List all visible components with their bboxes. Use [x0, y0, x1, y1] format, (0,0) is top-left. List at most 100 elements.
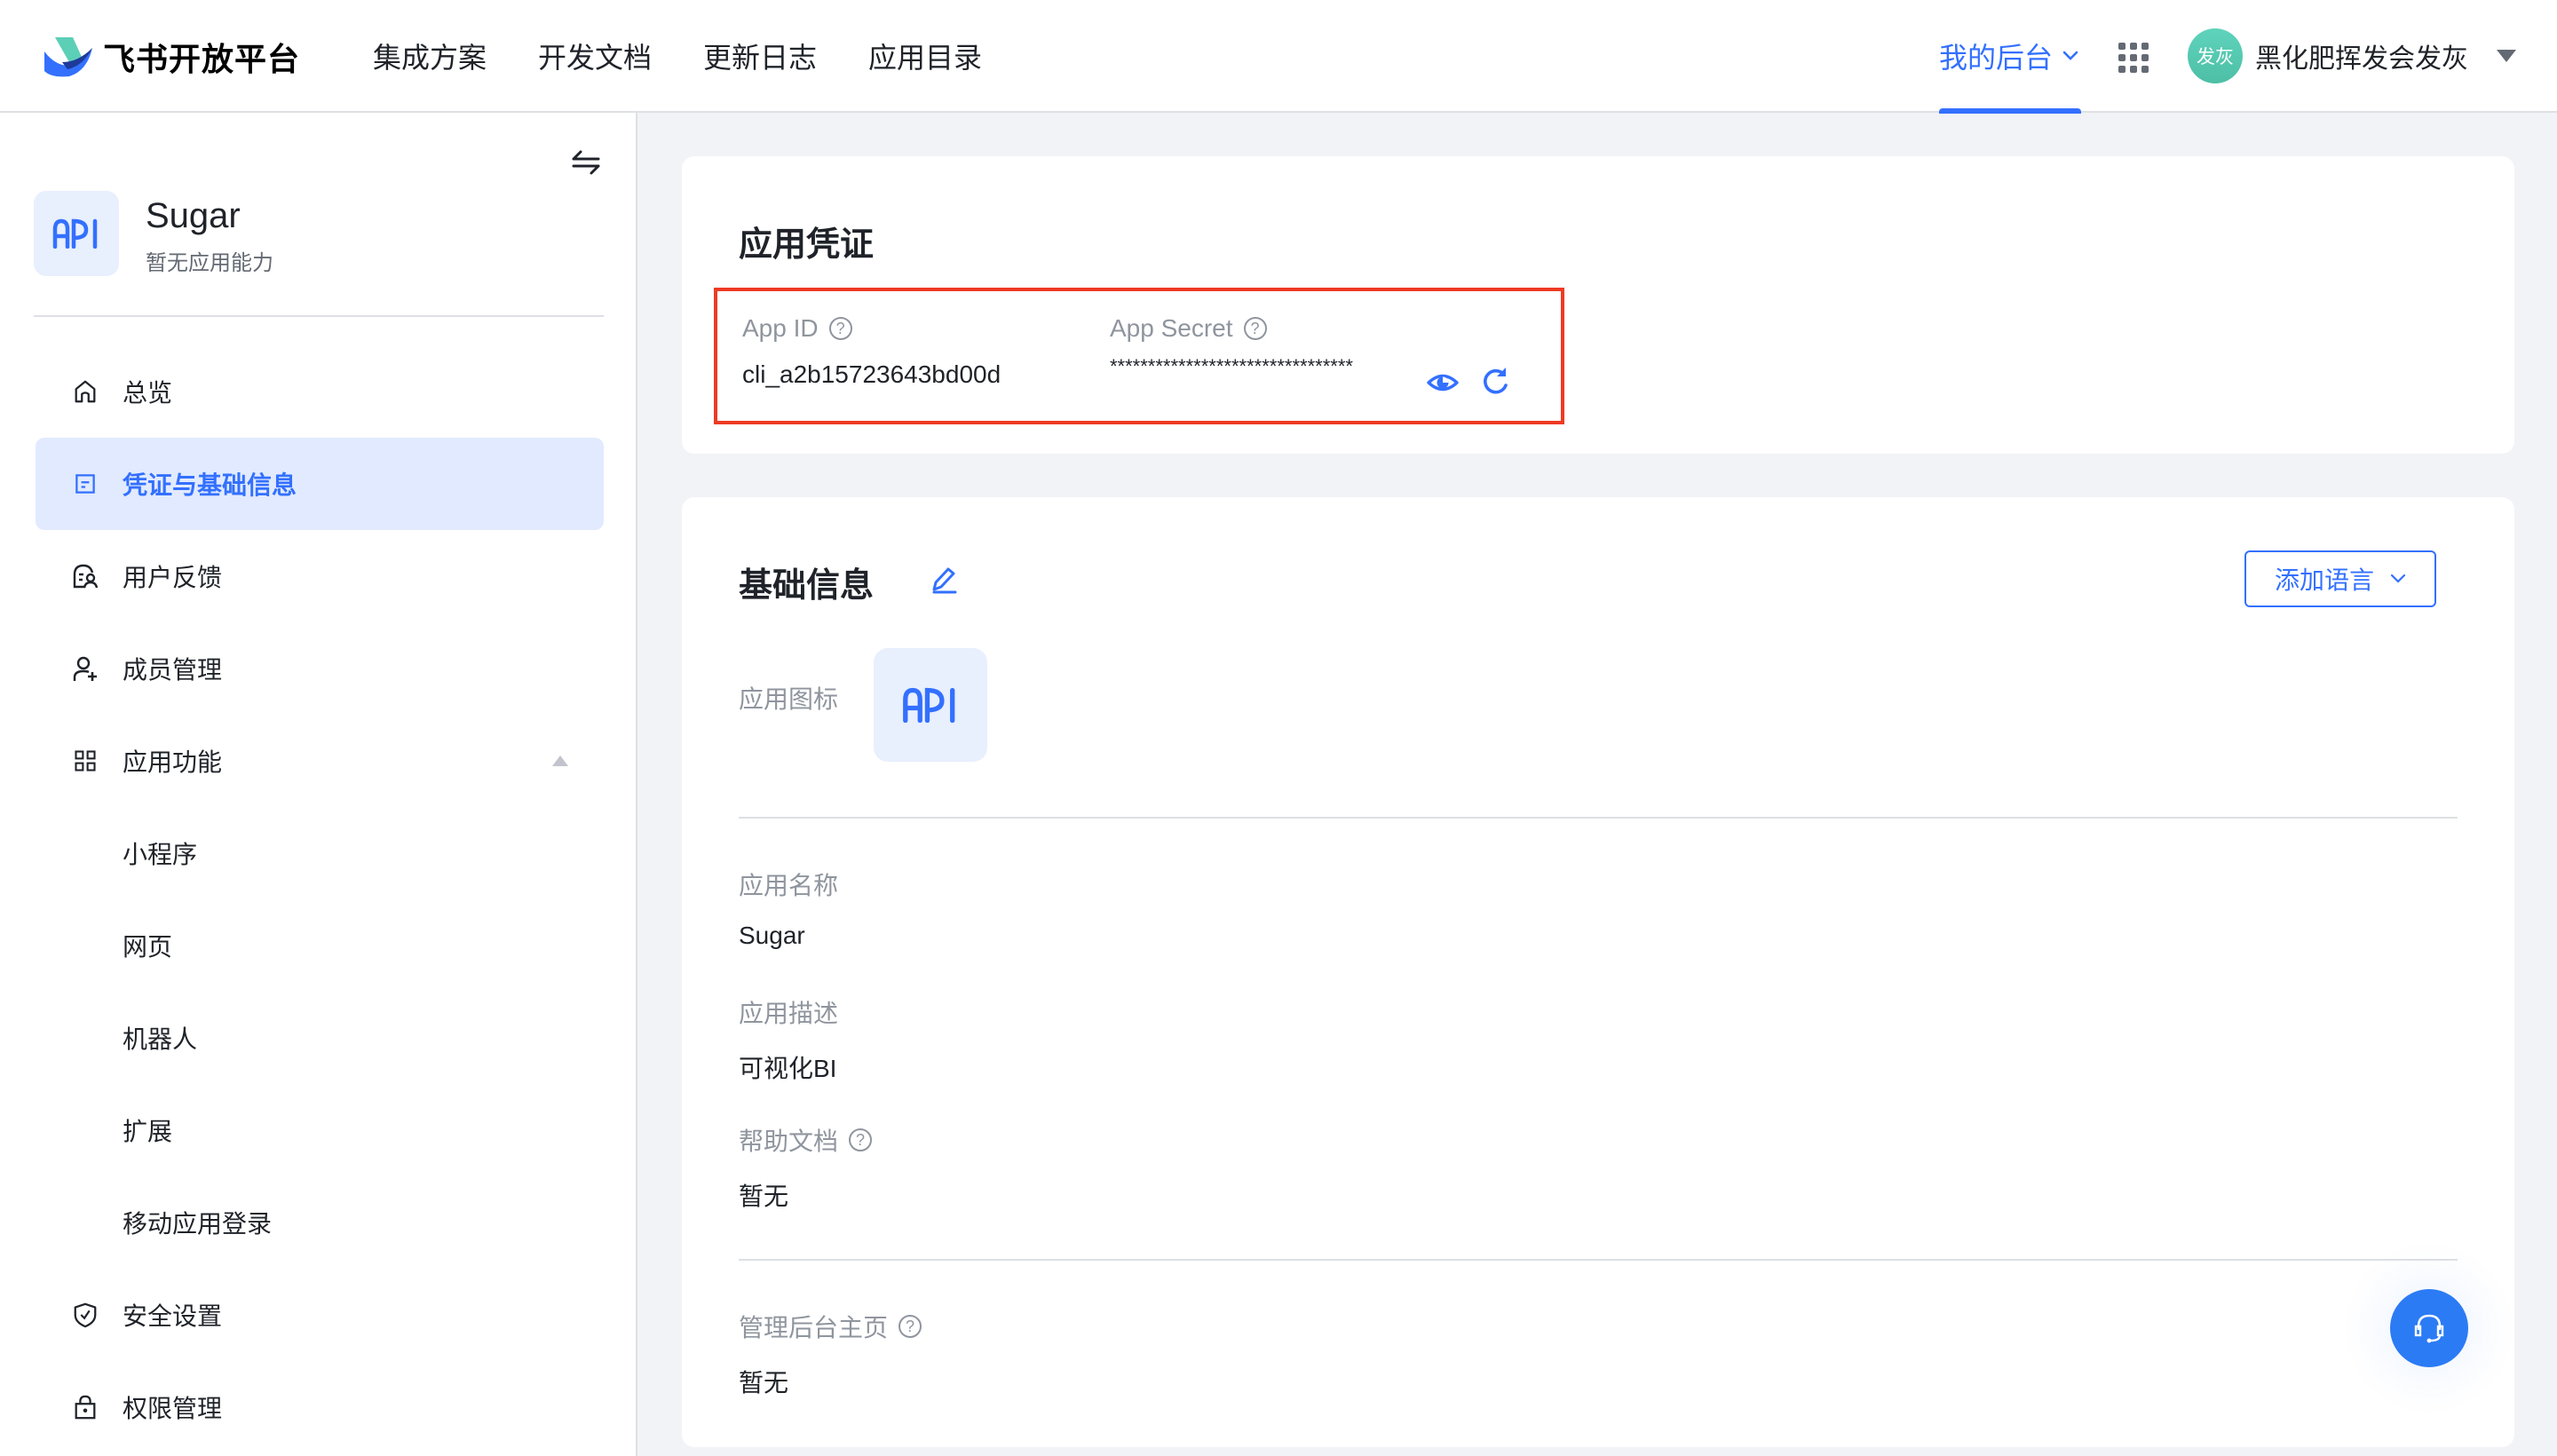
help-icon[interactable]: ? — [899, 1315, 922, 1338]
credentials-title: 应用凭证 — [739, 226, 875, 264]
edit-icon[interactable] — [929, 565, 961, 597]
section-divider — [739, 1259, 2458, 1261]
sidebar-item-label: 应用功能 — [123, 748, 223, 776]
add-language-button[interactable]: 添加语言 — [2244, 550, 2436, 607]
caret-down-icon — [2497, 50, 2516, 62]
app-launcher-icon[interactable] — [2118, 43, 2149, 73]
api-logo-icon — [903, 687, 955, 723]
sidebar-item-label: 移动应用登录 — [123, 1210, 273, 1238]
lock-icon — [71, 1393, 99, 1421]
sidebar-menu: 总览 凭证与基础信息 用户反馈 成员管理 应用功能 小程序 网页 机器人 扩展 … — [36, 345, 604, 1453]
sidebar-item-app-features[interactable]: 应用功能 — [36, 715, 604, 807]
sidebar-item-label: 权限管理 — [123, 1395, 223, 1422]
brand-name: 飞书开放平台 — [103, 41, 301, 77]
sidebar-item-label: 用户反馈 — [123, 564, 223, 591]
sidebar-item-label: 小程序 — [123, 841, 198, 868]
app-description-value: 可视化BI — [739, 1055, 837, 1082]
app-name-value: Sugar — [739, 922, 805, 949]
sidebar-item-label: 机器人 — [123, 1025, 198, 1053]
help-icon[interactable]: ? — [828, 317, 852, 340]
sidebar-item-mini-program[interactable]: 小程序 — [36, 807, 604, 899]
app-icon-preview — [874, 648, 988, 762]
app-secret-value: ******************************** — [1110, 355, 1353, 377]
brand-logo[interactable]: 飞书开放平台 — [43, 34, 300, 80]
add-language-label: 添加语言 — [2274, 566, 2374, 594]
app-id-label: App ID — [742, 314, 819, 342]
grid-icon — [71, 747, 99, 775]
top-nav: 集成方案 开发文档 更新日志 应用目录 — [373, 0, 1033, 112]
basic-info-title: 基础信息 — [739, 567, 875, 605]
admin-homepage-value: 暂无 — [739, 1369, 789, 1397]
credentials-highlight-box: App ID ? cli_a2b15723643bd00d App Secret… — [714, 288, 1564, 424]
help-doc-field: 帮助文档 ? 暂无 — [739, 1122, 873, 1213]
app-name-field: 应用名称 Sugar — [739, 866, 838, 950]
app-icon — [34, 191, 119, 276]
chevron-down-icon — [2062, 51, 2078, 60]
app-secret-label: App Secret — [1110, 314, 1233, 342]
help-icon[interactable]: ? — [1243, 317, 1267, 340]
app-icon-field: 应用图标 — [739, 648, 988, 762]
sidebar-item-label: 扩展 — [123, 1118, 173, 1145]
sidebar-item-label: 成员管理 — [123, 656, 223, 684]
collapse-sidebar-icon[interactable] — [568, 145, 604, 180]
user-menu[interactable]: 发灰 黑化肥挥发会发灰 — [2188, 28, 2516, 83]
top-header: 飞书开放平台 集成方案 开发文档 更新日志 应用目录 我的后台 发灰 黑化肥挥发… — [0, 0, 2557, 114]
nav-docs[interactable]: 开发文档 — [538, 36, 652, 76]
active-tab-indicator — [1939, 108, 2081, 114]
admin-homepage-field: 管理后台主页 ? 暂无 — [739, 1309, 922, 1399]
eye-icon[interactable] — [1426, 366, 1460, 400]
app-summary: Sugar 暂无应用能力 — [34, 191, 273, 276]
feishu-logo-icon — [44, 37, 92, 77]
section-divider — [739, 817, 2458, 819]
basic-info-card: 基础信息 添加语言 应用图标 应用名称 Sugar 应用描述 可视化BI 帮助文… — [682, 497, 2514, 1447]
sidebar-divider — [34, 315, 604, 317]
feedback-icon — [71, 562, 99, 590]
sidebar-item-label: 凭证与基础信息 — [123, 471, 297, 499]
field-label: 帮助文档 — [739, 1128, 839, 1155]
sidebar-item-overview[interactable]: 总览 — [36, 345, 604, 438]
app-capability-status: 暂无应用能力 — [146, 251, 273, 275]
my-console-tab[interactable]: 我的后台 — [1939, 0, 2081, 114]
sidebar-item-security[interactable]: 安全设置 — [36, 1269, 604, 1361]
field-label: 应用描述 — [739, 1000, 839, 1027]
app-description-field: 应用描述 可视化BI — [739, 994, 838, 1085]
add-member-icon — [71, 654, 99, 683]
sidebar-item-feedback[interactable]: 用户反馈 — [36, 530, 604, 622]
app-id-field: App ID ? cli_a2b15723643bd00d — [742, 314, 1001, 389]
credentials-card: 应用凭证 App ID ? cli_a2b15723643bd00d App S… — [682, 156, 2514, 454]
customer-support-button[interactable] — [2390, 1289, 2468, 1367]
sidebar-item-bot[interactable]: 机器人 — [36, 992, 604, 1084]
sidebar-item-label: 网页 — [123, 933, 173, 961]
credential-icon — [71, 470, 99, 498]
sidebar: Sugar 暂无应用能力 总览 凭证与基础信息 用户反馈 成员管理 应用功能 小… — [0, 113, 637, 1456]
nav-app-directory[interactable]: 应用目录 — [868, 36, 982, 76]
nav-changelog[interactable]: 更新日志 — [703, 36, 817, 76]
home-icon — [71, 377, 99, 406]
help-icon[interactable]: ? — [849, 1128, 873, 1151]
sidebar-item-members[interactable]: 成员管理 — [36, 622, 604, 715]
nav-integration[interactable]: 集成方案 — [373, 36, 487, 76]
field-label: 管理后台主页 — [739, 1314, 889, 1341]
app-name: Sugar — [146, 196, 241, 235]
chevron-down-icon — [2390, 574, 2406, 583]
app-icon-label: 应用图标 — [739, 685, 839, 713]
user-name: 黑化肥挥发会发灰 — [2255, 44, 2468, 74]
my-console-label: 我的后台 — [1939, 42, 2054, 74]
headset-icon — [2414, 1314, 2444, 1343]
sidebar-item-permissions[interactable]: 权限管理 — [36, 1361, 604, 1453]
sidebar-item-extension[interactable]: 扩展 — [36, 1084, 604, 1176]
sidebar-item-credentials[interactable]: 凭证与基础信息 — [36, 438, 604, 530]
sidebar-item-label: 安全设置 — [123, 1302, 223, 1330]
shield-icon — [71, 1301, 99, 1329]
sidebar-item-label: 总览 — [123, 379, 173, 407]
refresh-icon[interactable] — [1479, 364, 1511, 398]
avatar: 发灰 — [2188, 28, 2243, 83]
app-secret-field: App Secret ? ***************************… — [1110, 314, 1353, 378]
sidebar-item-web-page[interactable]: 网页 — [36, 899, 604, 992]
caret-up-icon[interactable] — [552, 756, 568, 766]
field-label: 应用名称 — [739, 872, 839, 899]
sidebar-item-mobile-login[interactable]: 移动应用登录 — [36, 1176, 604, 1269]
app-id-value[interactable]: cli_a2b15723643bd00d — [742, 360, 1001, 389]
help-doc-value: 暂无 — [739, 1183, 789, 1210]
api-logo-icon — [52, 218, 98, 249]
